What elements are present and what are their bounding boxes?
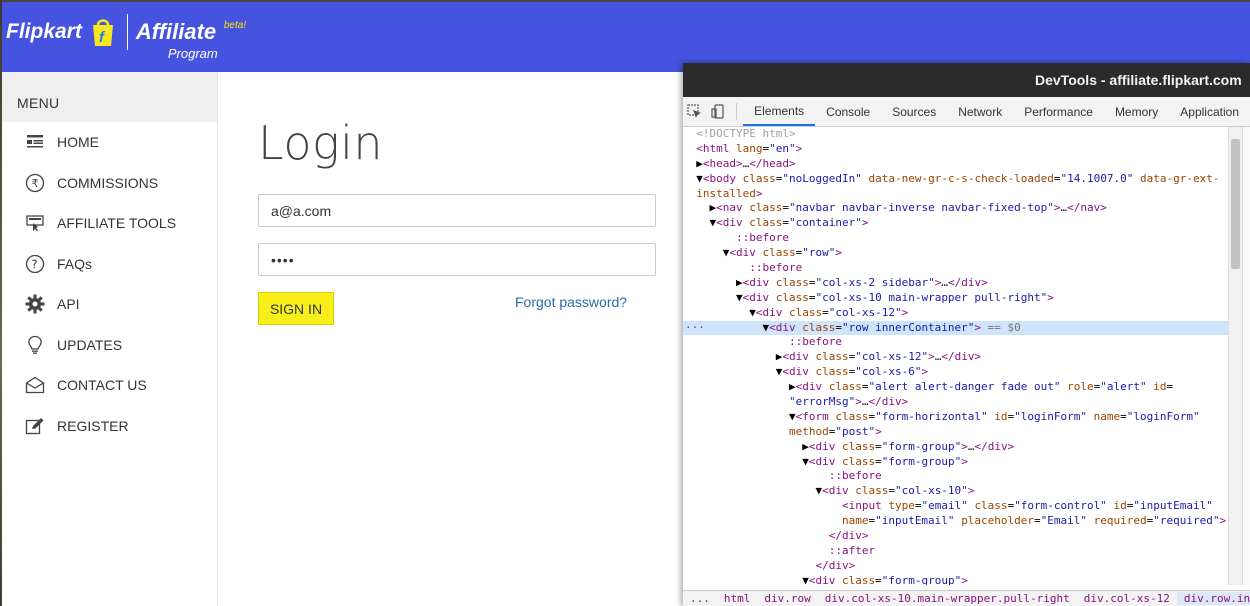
dom-node[interactable]: ▶<div class="col-xs-12">…</div> [683, 350, 1228, 365]
logo-divider [126, 14, 128, 50]
dom-node[interactable]: ▶<head>…</head> [683, 157, 1228, 172]
tab-memory[interactable]: Memory [1104, 97, 1169, 126]
forgot-password-link[interactable]: Forgot password? [515, 294, 627, 310]
dom-node[interactable]: ::before [683, 231, 1228, 246]
sidebar-item-updates[interactable]: UPDATES [2, 325, 217, 366]
dom-node[interactable]: installed> [683, 187, 1228, 202]
scrollbar-thumb[interactable] [1231, 139, 1240, 269]
sidebar-item-label: CONTACT US [57, 377, 147, 394]
dom-node[interactable]: ::before [683, 335, 1228, 350]
sidebar-item-home[interactable]: HOME [2, 122, 217, 163]
devtools-side-pane [1242, 127, 1250, 585]
dom-node[interactable]: ▼<div class="form-group"> [683, 574, 1228, 585]
dom-node[interactable]: </div> [683, 559, 1228, 574]
sidebar-item-commissions[interactable]: ₹ COMMISSIONS [2, 163, 217, 204]
password-field[interactable]: •••• [258, 243, 656, 276]
bulb-icon [24, 334, 46, 356]
dom-node[interactable]: <!DOCTYPE html> [683, 127, 1228, 142]
sidebar-item-label: API [57, 296, 80, 313]
envelope-icon [24, 374, 46, 396]
breadcrumb-item[interactable]: html [717, 592, 758, 605]
dom-node[interactable]: name="inputEmail" placeholder="Email" re… [683, 514, 1228, 529]
breadcrumb-item[interactable]: div.col-xs-10.main-wrapper.pull-right [818, 592, 1077, 605]
sidebar-item-faqs[interactable]: ? FAQs [2, 244, 217, 285]
gear-icon [24, 293, 46, 315]
logo-flipkart-text: Flipkart [6, 20, 82, 43]
logo-affiliate-text: Affiliate Program beta! [135, 19, 246, 61]
home-list-icon [24, 131, 46, 153]
dom-node[interactable]: method="post"> [683, 425, 1228, 440]
dom-node[interactable]: <html lang="en"> [683, 142, 1228, 157]
dom-node[interactable]: "errorMsg">…</div> [683, 395, 1228, 410]
sidebar-item-register[interactable]: REGISTER [2, 406, 217, 447]
breadcrumb-item[interactable]: div.row [757, 592, 817, 605]
dom-node[interactable]: ▼<div class="col-xs-10"> [683, 484, 1228, 499]
dom-node[interactable]: ▼<div class="col-xs-6"> [683, 365, 1228, 380]
email-field[interactable]: a@a.com [258, 194, 656, 227]
tab-console[interactable]: Console [815, 97, 881, 126]
logo-beta-badge: beta! [223, 20, 247, 31]
devtools-titlebar[interactable]: DevTools - affiliate.flipkart.com [683, 63, 1250, 97]
svg-text:?: ? [31, 257, 37, 271]
dom-node[interactable]: ▶<nav class="navbar navbar-inverse navba… [683, 201, 1228, 216]
elements-dom-tree[interactable]: <!DOCTYPE html> <html lang="en"> ▶<head>… [683, 127, 1228, 585]
dom-node[interactable]: ▶<div class="col-xs-2 sidebar">…</div> [683, 276, 1228, 291]
breadcrumb: ... html div.row div.col-xs-10.main-wrap… [683, 590, 1250, 606]
dom-node[interactable]: ▼<div class="col-xs-10 main-wrapper pull… [683, 291, 1228, 306]
sidebar-item-label: REGISTER [57, 417, 129, 434]
dom-node[interactable]: ▼<div class="col-xs-12"> [683, 306, 1228, 321]
breadcrumb-more[interactable]: ... [683, 592, 717, 605]
dom-node[interactable]: ::after [683, 544, 1228, 559]
logo-affiliate-word: Affiliate [135, 19, 217, 44]
dom-node[interactable]: ▶<div class="alert alert-danger fade out… [683, 380, 1228, 395]
logo-program-text: Program [167, 46, 218, 61]
top-navbar: Flipkart f Affiliate Program beta! [2, 2, 1250, 72]
tab-sources[interactable]: Sources [881, 97, 947, 126]
dom-node[interactable]: ▼<form class="form-horizontal" id="login… [683, 410, 1228, 425]
toolbar-divider [736, 103, 738, 120]
devtools-tabbar: Elements Console Sources Network Perform… [683, 97, 1250, 127]
dom-node[interactable]: ▼<div class="container"> [683, 216, 1228, 231]
sidebar-item-label: HOME [57, 134, 99, 151]
dom-node[interactable]: ::before [683, 261, 1228, 276]
devtools-window: DevTools - affiliate.flipkart.com Elemen… [683, 63, 1250, 606]
tools-icon [24, 212, 46, 234]
dom-node-selected[interactable]: ··· ▼<div class="row innerContainer"> ==… [683, 320, 1228, 336]
dom-node[interactable]: <input type="email" class="form-control"… [683, 499, 1228, 514]
devtools-scrollbar[interactable] [1228, 127, 1242, 585]
sidebar-item-label: AFFILIATE TOOLS [57, 215, 177, 232]
dom-node[interactable]: ▼<div class="row"> [683, 246, 1228, 261]
sidebar-item-affiliate-tools[interactable]: AFFILIATE TOOLS [2, 203, 217, 244]
dom-node[interactable]: ▼<div class="form-group"> [683, 455, 1228, 470]
tab-network[interactable]: Network [947, 97, 1013, 126]
sidebar-item-label: UPDATES [57, 336, 123, 353]
breadcrumb-item[interactable]: div.col-xs-12 [1077, 592, 1177, 605]
page-title: Login [258, 116, 384, 170]
sidebar: MENU HOME ₹ COMMISSIONS AFFILIATE TOOLS … [2, 72, 218, 606]
sidebar-item-api[interactable]: API [2, 284, 217, 325]
edit-icon [24, 415, 46, 437]
sign-in-button[interactable]: SIGN IN [258, 292, 334, 325]
dom-node[interactable]: </div> [683, 529, 1228, 544]
inspect-element-icon[interactable] [683, 97, 707, 126]
sidebar-item-label: COMMISSIONS [57, 174, 159, 191]
breadcrumb-item-current[interactable]: div.row.innerContainer [1176, 592, 1250, 605]
svg-text:₹: ₹ [32, 177, 39, 190]
site-logo[interactable]: Flipkart f Affiliate Program beta! [6, 12, 246, 61]
menu-title: MENU [2, 72, 217, 122]
tab-application[interactable]: Application [1169, 97, 1250, 126]
sidebar-item-contact-us[interactable]: CONTACT US [2, 365, 217, 406]
shopping-bag-icon: f [87, 16, 119, 48]
device-toolbar-icon[interactable] [707, 97, 731, 126]
dom-node[interactable]: ::before [683, 469, 1228, 484]
tab-performance[interactable]: Performance [1013, 97, 1104, 126]
dom-node[interactable]: ▶<div class="form-group">…</div> [683, 440, 1228, 455]
dom-node[interactable]: ▼<body class="noLoggedIn" data-new-gr-c-… [683, 172, 1228, 187]
question-icon: ? [24, 253, 46, 275]
tab-elements[interactable]: Elements [743, 97, 816, 126]
rupee-icon: ₹ [24, 172, 46, 194]
sidebar-item-label: FAQs [57, 255, 93, 272]
